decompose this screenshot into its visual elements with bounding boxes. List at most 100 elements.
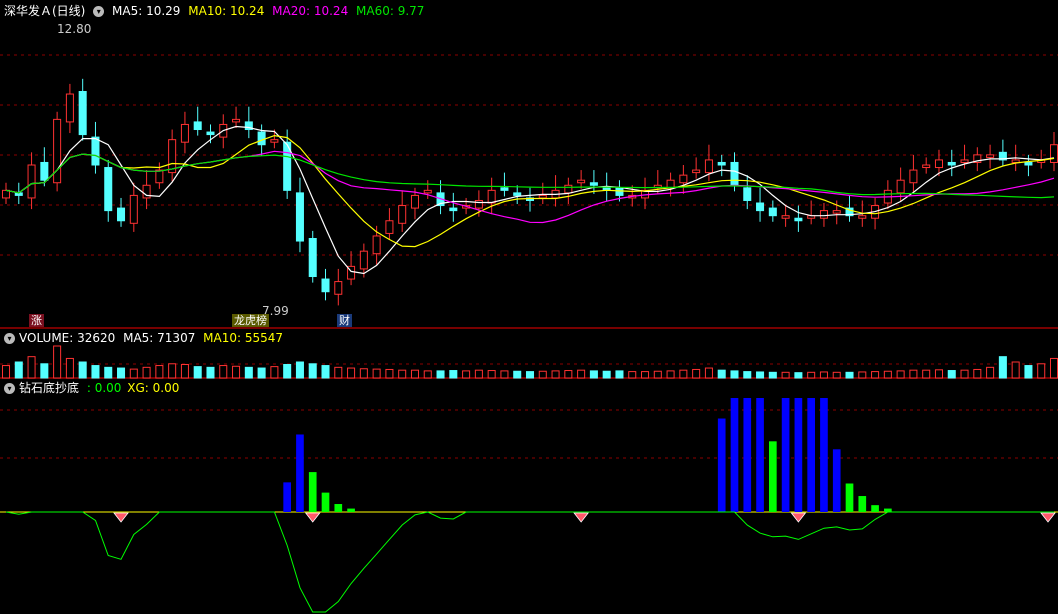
indicator-blue-bar: [832, 449, 841, 512]
candle-down: [743, 187, 752, 201]
candle-down: [730, 161, 739, 186]
marker-zhang[interactable]: 涨: [29, 314, 44, 327]
chevron-down-icon[interactable]: ▾: [93, 6, 105, 17]
volume-bar: [78, 361, 87, 379]
indicator-blue-bar: [807, 398, 816, 512]
volume-bar: [513, 370, 522, 379]
candle-down: [91, 136, 100, 166]
volume-bar: [883, 370, 892, 379]
volume-bar: [998, 356, 1007, 379]
indicator-blue-bar: [794, 398, 803, 512]
volume-bar: [628, 371, 637, 379]
volume-bar: [334, 366, 343, 379]
volume-bar: [295, 361, 304, 379]
volume-bar: [398, 369, 407, 379]
stock-name[interactable]: 深华发Ａ(日线): [4, 4, 85, 18]
indicator-blue-bar: [756, 398, 764, 512]
indicator-green-bar: [845, 483, 854, 512]
indicator-green-bar: [768, 441, 777, 512]
volume-bar: [692, 368, 701, 379]
volume-bar: [347, 367, 356, 379]
volume-bar: [538, 370, 547, 379]
volume-bar: [180, 363, 189, 379]
candle-up: [1, 189, 11, 199]
volume-bar: [244, 366, 253, 379]
candle-up: [934, 159, 943, 169]
volume-bar: [730, 370, 739, 379]
volume-bar: [973, 368, 982, 379]
candle-down: [513, 192, 522, 196]
volume-bar: [449, 370, 458, 379]
candle-down: [1024, 161, 1033, 166]
volume-bar: [832, 371, 841, 379]
candle-up: [398, 205, 407, 224]
chevron-down-icon[interactable]: ▾: [4, 333, 15, 344]
volume-bar: [206, 366, 215, 379]
candle-down: [768, 207, 777, 217]
volume-bar: [91, 365, 100, 379]
volume-bar: [487, 370, 496, 379]
volume-bar: [615, 370, 624, 379]
indicator-name[interactable]: 钻石底抄底: [19, 381, 79, 395]
candle-down: [449, 207, 458, 212]
candle-up: [410, 194, 419, 209]
volume-bar: [27, 356, 36, 379]
candle-up: [129, 194, 138, 224]
candle-down: [500, 187, 509, 191]
candle-down: [589, 182, 598, 186]
volume-bar: [1011, 361, 1020, 379]
chevron-down-icon[interactable]: ▾: [4, 383, 15, 394]
volume-bar: [168, 363, 177, 379]
volume-bar: [717, 369, 726, 379]
volume-bar: [756, 371, 765, 379]
volume-bar: [768, 371, 777, 379]
volume-bar: [104, 366, 113, 379]
volume-bar: [679, 369, 688, 379]
volume-bar: [934, 369, 943, 379]
high-price-label: 12.80: [57, 22, 92, 36]
candle-up: [577, 179, 586, 184]
volume-bar: [308, 363, 317, 379]
volume-bar: [743, 371, 752, 379]
candle-up: [65, 93, 74, 123]
volume-bar: [500, 370, 509, 379]
volume-bar: [117, 367, 126, 379]
stock-chart[interactable]: [0, 0, 1058, 614]
indicator-panel-header: ▾ 钻石底抄底 : 0.00 XG: 0.00: [4, 380, 183, 396]
volume-bar: [142, 366, 151, 379]
candle-up: [781, 215, 790, 219]
indicator-blue-bar: [717, 418, 726, 512]
ma60-readout: MA60: 9.77: [356, 4, 425, 18]
volume-bar: [653, 370, 662, 379]
volume-readout: VOLUME: 32620: [19, 331, 116, 345]
volume-bar: [1037, 363, 1046, 379]
indicator-blue-bar: [820, 398, 828, 512]
volume-bar: [270, 366, 279, 379]
volume-bar: [525, 371, 535, 379]
marker-cai[interactable]: 财: [337, 314, 352, 327]
volume-bar: [53, 345, 62, 379]
volume-bar: [436, 370, 445, 379]
volume-bar: [845, 371, 854, 379]
volume-bar: [1049, 357, 1058, 379]
volume-bar: [474, 369, 483, 379]
candle-up: [487, 189, 496, 204]
candle-up: [960, 159, 969, 163]
candle-up: [232, 118, 241, 123]
ma20-readout: MA20: 10.24: [272, 4, 349, 18]
volume-bar: [385, 368, 394, 379]
candle-down: [321, 278, 330, 293]
candle-up: [168, 139, 177, 174]
volume-bar: [410, 369, 419, 379]
candle-up: [858, 215, 867, 219]
grid-lines: [0, 54, 1058, 459]
volume-panel-header: ▾ VOLUME: 32620 MA5: 71307 MA10: 55547: [4, 330, 287, 346]
candle-down: [794, 217, 803, 222]
diamond-icon: [113, 512, 129, 523]
candle-down: [717, 161, 726, 166]
marker-longhubang[interactable]: 龙虎榜: [232, 314, 269, 327]
volume-bar: [321, 365, 330, 379]
volume-bar: [1024, 365, 1033, 379]
indicator-blue-bar: [296, 434, 304, 512]
indicator-value: : 0.00: [86, 381, 122, 395]
